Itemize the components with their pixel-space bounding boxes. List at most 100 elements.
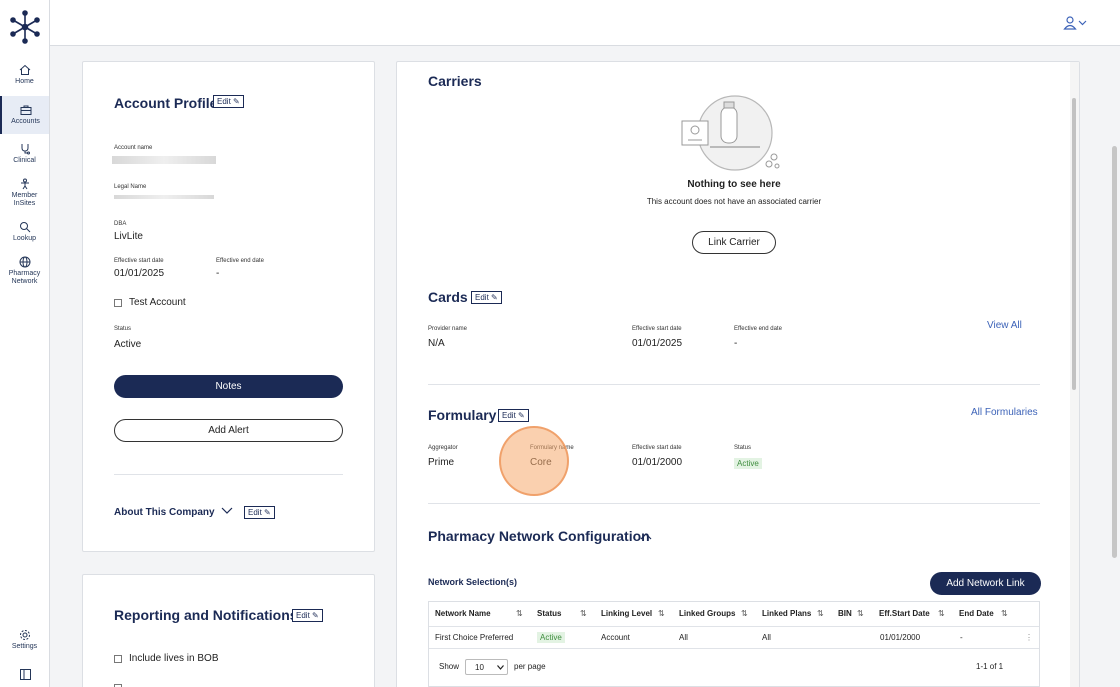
nav-member-label-1: Member bbox=[11, 192, 38, 199]
per-page-select[interactable]: 10 bbox=[465, 659, 508, 675]
formulary-edit-button[interactable]: Edit ✎ bbox=[498, 409, 529, 422]
eff-start-value: 01/01/2025 bbox=[114, 268, 165, 279]
formulary-eff-start-value: 01/01/2000 bbox=[632, 457, 683, 468]
pencil-icon: ✎ bbox=[264, 508, 271, 517]
dba-label: DBA bbox=[114, 221, 127, 227]
nav-home-label: Home bbox=[15, 78, 34, 85]
test-account-checkbox[interactable] bbox=[114, 299, 122, 307]
formulary-status-badge: Active bbox=[734, 458, 762, 469]
sort-icon[interactable]: ⇅ bbox=[741, 609, 748, 618]
table-header-divider bbox=[429, 626, 1039, 627]
nav-clinical[interactable]: Clinical bbox=[0, 143, 49, 165]
legal-name-label: Legal Name bbox=[114, 184, 147, 190]
account-profile-edit-button[interactable]: Edit ✎ bbox=[213, 95, 244, 108]
cards-eff-end-value: - bbox=[734, 338, 738, 349]
nav-clinical-label: Clinical bbox=[13, 157, 36, 164]
home-icon bbox=[19, 64, 30, 75]
account-profile-card bbox=[82, 61, 375, 552]
pencil-icon: ✎ bbox=[518, 411, 525, 420]
col-linked-groups[interactable]: Linked Groups bbox=[679, 609, 735, 618]
sort-icon[interactable]: ⇅ bbox=[817, 609, 824, 618]
carriers-title: Carriers bbox=[428, 73, 482, 89]
col-end-date[interactable]: End Date bbox=[959, 609, 994, 618]
formulary-edit-label: Edit bbox=[502, 411, 516, 420]
briefcase-icon bbox=[20, 105, 31, 115]
sort-icon[interactable]: ⇅ bbox=[938, 609, 945, 618]
reporting-edit-button[interactable]: Edit ✎ bbox=[292, 609, 323, 622]
collapse-sidebar-icon[interactable] bbox=[20, 669, 31, 680]
add-alert-button[interactable]: Add Alert bbox=[114, 419, 343, 442]
cards-divider bbox=[428, 384, 1040, 385]
nav-accounts-label: Accounts bbox=[11, 118, 40, 125]
row-more-options-icon[interactable]: ⋮ bbox=[1025, 633, 1033, 642]
sort-icon[interactable]: ⇅ bbox=[516, 609, 523, 618]
eff-start-label: Effective start date bbox=[114, 258, 164, 264]
row-eff-start: 01/01/2000 bbox=[880, 633, 921, 642]
col-linked-plans-label: Linked Plans bbox=[762, 609, 812, 618]
provider-name-label: Provider name bbox=[428, 326, 468, 332]
pharmacy-network-title: Pharmacy Network Configuration bbox=[428, 528, 650, 544]
col-bin[interactable]: BIN bbox=[838, 609, 852, 618]
account-profile-edit-label: Edit bbox=[217, 97, 231, 106]
col-status[interactable]: Status bbox=[537, 609, 561, 618]
eff-end-value: - bbox=[216, 268, 220, 279]
legal-name-redacted bbox=[114, 195, 214, 199]
card-scrollbar[interactable] bbox=[1070, 62, 1079, 687]
card-scrollbar-thumb[interactable] bbox=[1072, 98, 1076, 390]
provider-name-value: N/A bbox=[428, 338, 445, 349]
include-lives-label: Include lives in BOB bbox=[129, 653, 219, 664]
chevron-down-icon bbox=[221, 507, 233, 514]
about-company-toggle[interactable]: About This Company bbox=[114, 507, 233, 518]
row-end-date: - bbox=[960, 633, 963, 642]
nav-accounts[interactable]: Accounts bbox=[0, 96, 49, 134]
sort-icon[interactable]: ⇅ bbox=[857, 609, 864, 618]
add-network-link-button[interactable]: Add Network Link bbox=[930, 572, 1041, 595]
formulary-name-value: Core bbox=[530, 457, 552, 468]
pencil-icon: ✎ bbox=[233, 97, 240, 106]
cards-eff-start-value: 01/01/2025 bbox=[632, 338, 683, 349]
sort-icon[interactable]: ⇅ bbox=[580, 609, 587, 618]
pencil-icon: ✎ bbox=[491, 293, 498, 302]
cards-edit-label: Edit bbox=[475, 293, 489, 302]
nav-home[interactable]: Home bbox=[0, 64, 49, 86]
col-eff-start[interactable]: Eff.Start Date bbox=[879, 609, 930, 618]
col-linked-plans[interactable]: Linked Plans bbox=[762, 609, 811, 618]
status-label: Status bbox=[114, 326, 132, 332]
logo-icon bbox=[10, 10, 40, 44]
status-value: Active bbox=[114, 339, 142, 350]
chevron-up-icon[interactable] bbox=[640, 532, 652, 540]
formulary-eff-start-label: Effective start date bbox=[632, 445, 682, 451]
nav-lookup-label: Lookup bbox=[13, 235, 36, 242]
about-edit-button[interactable]: Edit ✎ bbox=[244, 506, 275, 519]
pencil-icon: ✎ bbox=[312, 611, 319, 620]
account-profile-title: Account Profile bbox=[114, 95, 218, 111]
col-linked-groups-label: Linked Groups bbox=[679, 609, 736, 618]
view-all-link[interactable]: View All bbox=[987, 320, 1022, 331]
cards-title: Cards bbox=[428, 289, 468, 305]
eff-end-label: Effective end date bbox=[216, 258, 264, 264]
reporting-edit-label: Edit bbox=[296, 611, 310, 620]
nav-settings[interactable]: Settings bbox=[0, 629, 49, 651]
sort-icon[interactable]: ⇅ bbox=[658, 609, 665, 618]
account-name-redacted bbox=[112, 156, 216, 164]
nav-lookup[interactable]: Lookup bbox=[0, 221, 49, 243]
nav-pharmacy-network[interactable]: Pharmacy Network bbox=[0, 256, 49, 286]
row-linked-plans: All bbox=[762, 633, 771, 642]
col-network-name[interactable]: Network Name bbox=[435, 609, 491, 618]
sort-icon[interactable]: ⇅ bbox=[1001, 609, 1008, 618]
nav-member-label-2: InSites bbox=[13, 200, 36, 207]
page-scrollbar[interactable] bbox=[1112, 146, 1117, 558]
include-lives-checkbox[interactable] bbox=[114, 655, 122, 663]
all-formularies-link[interactable]: All Formularies bbox=[971, 407, 1038, 418]
empty-state-title: Nothing to see here bbox=[687, 179, 781, 190]
nav-pharmacy-label-2: Network bbox=[11, 278, 38, 285]
pagination-label: 1-1 of 1 bbox=[976, 662, 1004, 671]
link-carrier-button[interactable]: Link Carrier bbox=[692, 231, 776, 254]
nav-member-insites[interactable]: Member InSites bbox=[0, 178, 49, 208]
col-linking-level[interactable]: Linking Level bbox=[601, 609, 652, 618]
cards-edit-button[interactable]: Edit ✎ bbox=[471, 291, 502, 304]
user-menu-button[interactable] bbox=[1062, 14, 1090, 32]
col-linking-level-label: Linking Level bbox=[601, 609, 653, 618]
reporting-title: Reporting and Notifications bbox=[114, 607, 298, 623]
notes-button[interactable]: Notes bbox=[114, 375, 343, 398]
